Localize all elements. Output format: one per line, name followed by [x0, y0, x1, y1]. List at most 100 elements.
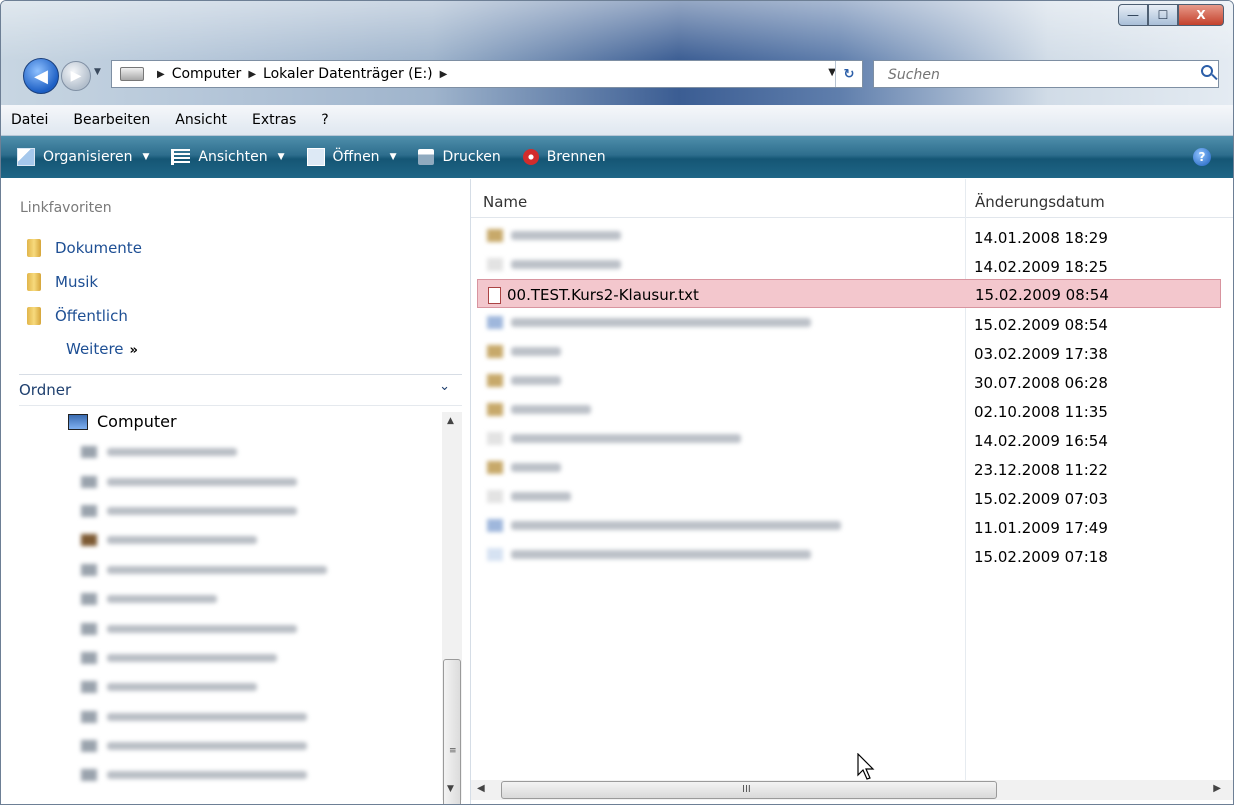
chevron-down-icon: ▼: [389, 152, 397, 162]
column-header-date[interactable]: Änderungsdatum: [975, 193, 1105, 211]
scroll-down-icon[interactable]: ▼: [447, 784, 454, 794]
blurred-text: [511, 405, 591, 414]
favorite-label: Öffentlich: [55, 307, 128, 325]
tree-item-blurred[interactable]: [81, 622, 297, 636]
list-item[interactable]: 30.07.2008 06:28: [477, 368, 1221, 397]
tree-item-blurred[interactable]: [81, 533, 257, 547]
blurred-name: [487, 548, 811, 561]
help-icon[interactable]: ?: [1193, 148, 1211, 166]
tree-item-blurred[interactable]: [81, 504, 297, 518]
modified-date: 02.10.2008 11:35: [974, 403, 1108, 421]
list-item[interactable]: 15.02.2009 07:03: [477, 484, 1221, 513]
favorite-dokumente[interactable]: Dokumente: [27, 234, 142, 262]
list-item[interactable]: 15.02.2009 08:54: [477, 310, 1221, 339]
maximize-button[interactable]: ☐: [1148, 4, 1178, 26]
favorite-oeffentlich[interactable]: Öffentlich: [27, 302, 128, 330]
more-favorites-link[interactable]: Weitere »: [66, 340, 138, 358]
list-item[interactable]: 03.02.2009 17:38: [477, 339, 1221, 368]
tree-item-blurred[interactable]: [81, 592, 217, 606]
document-icon: [487, 548, 503, 561]
forward-button[interactable]: ▶: [61, 61, 91, 91]
double-chevron-icon: »: [129, 343, 138, 358]
tree-item-blurred[interactable]: [81, 768, 307, 782]
organize-button[interactable]: Organisieren ▼: [17, 148, 149, 166]
open-label: Öffnen: [332, 149, 380, 165]
text-file-icon: [488, 286, 501, 304]
tree-item-blurred[interactable]: [81, 739, 307, 753]
drive-icon: [81, 593, 97, 605]
menu-ansicht[interactable]: Ansicht: [175, 112, 227, 128]
blurred-text: [107, 536, 257, 544]
breadcrumb-arrow-icon[interactable]: ▶: [440, 69, 448, 80]
drive-icon: [81, 623, 97, 635]
tree-item-blurred[interactable]: [81, 710, 307, 724]
breadcrumb-arrow-icon[interactable]: ▶: [248, 69, 256, 80]
search-icon[interactable]: [1201, 65, 1213, 77]
views-label: Ansichten: [198, 149, 268, 165]
list-item[interactable]: 23.12.2008 11:22: [477, 455, 1221, 484]
minimize-button[interactable]: —: [1118, 4, 1148, 26]
list-item[interactable]: 14.02.2009 16:54: [477, 426, 1221, 455]
address-bar[interactable]: ▶ Computer ▶ Lokaler Datenträger (E:) ▶ …: [111, 60, 863, 88]
refresh-icon[interactable]: ↻: [835, 61, 862, 87]
tree-item-blurred[interactable]: [81, 445, 237, 459]
breadcrumb-computer[interactable]: Computer: [172, 66, 242, 82]
scrollbar-thumb[interactable]: III: [501, 781, 997, 799]
modified-date: 15.02.2009 08:54: [974, 316, 1108, 334]
favorite-musik[interactable]: Musik: [27, 268, 98, 296]
back-arrow-icon: ◀: [34, 65, 48, 87]
folder-icon: [487, 374, 503, 387]
favorite-label: Musik: [55, 273, 99, 291]
file-list-horizontal-scrollbar[interactable]: ◀ III ▶: [471, 780, 1233, 800]
folder-tree-scrollbar[interactable]: ▲ ≡ ▼: [442, 412, 462, 804]
column-header-name[interactable]: Name: [483, 193, 527, 211]
modified-date: 14.02.2009 18:25: [974, 258, 1108, 276]
file-icon: [487, 490, 503, 503]
open-icon: [306, 148, 325, 166]
modified-date: 23.12.2008 11:22: [974, 461, 1108, 479]
forward-arrow-icon: ▶: [70, 68, 82, 84]
list-item[interactable]: 11.01.2009 17:49: [477, 513, 1221, 542]
blurred-text: [511, 492, 571, 501]
print-button[interactable]: Drucken: [418, 149, 501, 165]
tree-item-blurred[interactable]: [81, 563, 327, 577]
blurred-text: [511, 231, 621, 240]
breadcrumb-drive-e[interactable]: Lokaler Datenträger (E:): [263, 66, 433, 82]
folders-header[interactable]: Ordner ⌄: [19, 374, 462, 406]
file-list: Name Änderungsdatum 14.01.2008 18:29 14.…: [471, 179, 1233, 804]
breadcrumb-arrow-icon[interactable]: ▶: [157, 69, 165, 80]
modified-date: 30.07.2008 06:28: [974, 374, 1108, 392]
menu-bearbeiten[interactable]: Bearbeiten: [73, 112, 150, 128]
print-label: Drucken: [442, 149, 501, 165]
scroll-right-icon[interactable]: ▶: [1213, 783, 1221, 794]
drive-icon: [81, 652, 97, 664]
search-box[interactable]: [873, 60, 1219, 89]
scrollbar-grip: III: [742, 784, 751, 795]
list-item[interactable]: 14.02.2009 18:25: [477, 252, 1221, 281]
burn-button[interactable]: Brennen: [522, 149, 606, 165]
menu-help[interactable]: ?: [321, 112, 328, 128]
drive-icon: [81, 446, 97, 458]
menu-extras[interactable]: Extras: [252, 112, 296, 128]
blurred-name: [487, 490, 571, 503]
blurred-text: [107, 625, 297, 633]
search-input[interactable]: [874, 61, 1190, 89]
scroll-left-icon[interactable]: ◀: [477, 783, 485, 794]
drive-icon: [81, 476, 97, 488]
tree-item-blurred[interactable]: [81, 651, 277, 665]
tree-item-blurred[interactable]: [81, 680, 257, 694]
open-button[interactable]: Öffnen ▼: [306, 148, 397, 166]
tree-item-blurred[interactable]: [81, 475, 297, 489]
close-button[interactable]: X: [1178, 4, 1224, 26]
menu-datei[interactable]: Datei: [11, 112, 48, 128]
tree-item-computer[interactable]: Computer: [68, 412, 177, 431]
history-dropdown-icon[interactable]: ▼: [94, 67, 104, 79]
views-button[interactable]: Ansichten ▼: [171, 149, 285, 165]
list-item[interactable]: 15.02.2009 07:18: [477, 542, 1221, 571]
list-item[interactable]: 14.01.2008 18:29: [477, 223, 1221, 252]
scroll-up-icon[interactable]: ▲: [447, 416, 454, 426]
list-item-selected[interactable]: 00.TEST.Kurs2-Klausur.txt 15.02.2009 08:…: [477, 279, 1221, 308]
list-item[interactable]: 02.10.2008 11:35: [477, 397, 1221, 426]
chevron-down-icon[interactable]: ⌄: [439, 379, 450, 394]
back-button[interactable]: ◀: [23, 58, 59, 94]
